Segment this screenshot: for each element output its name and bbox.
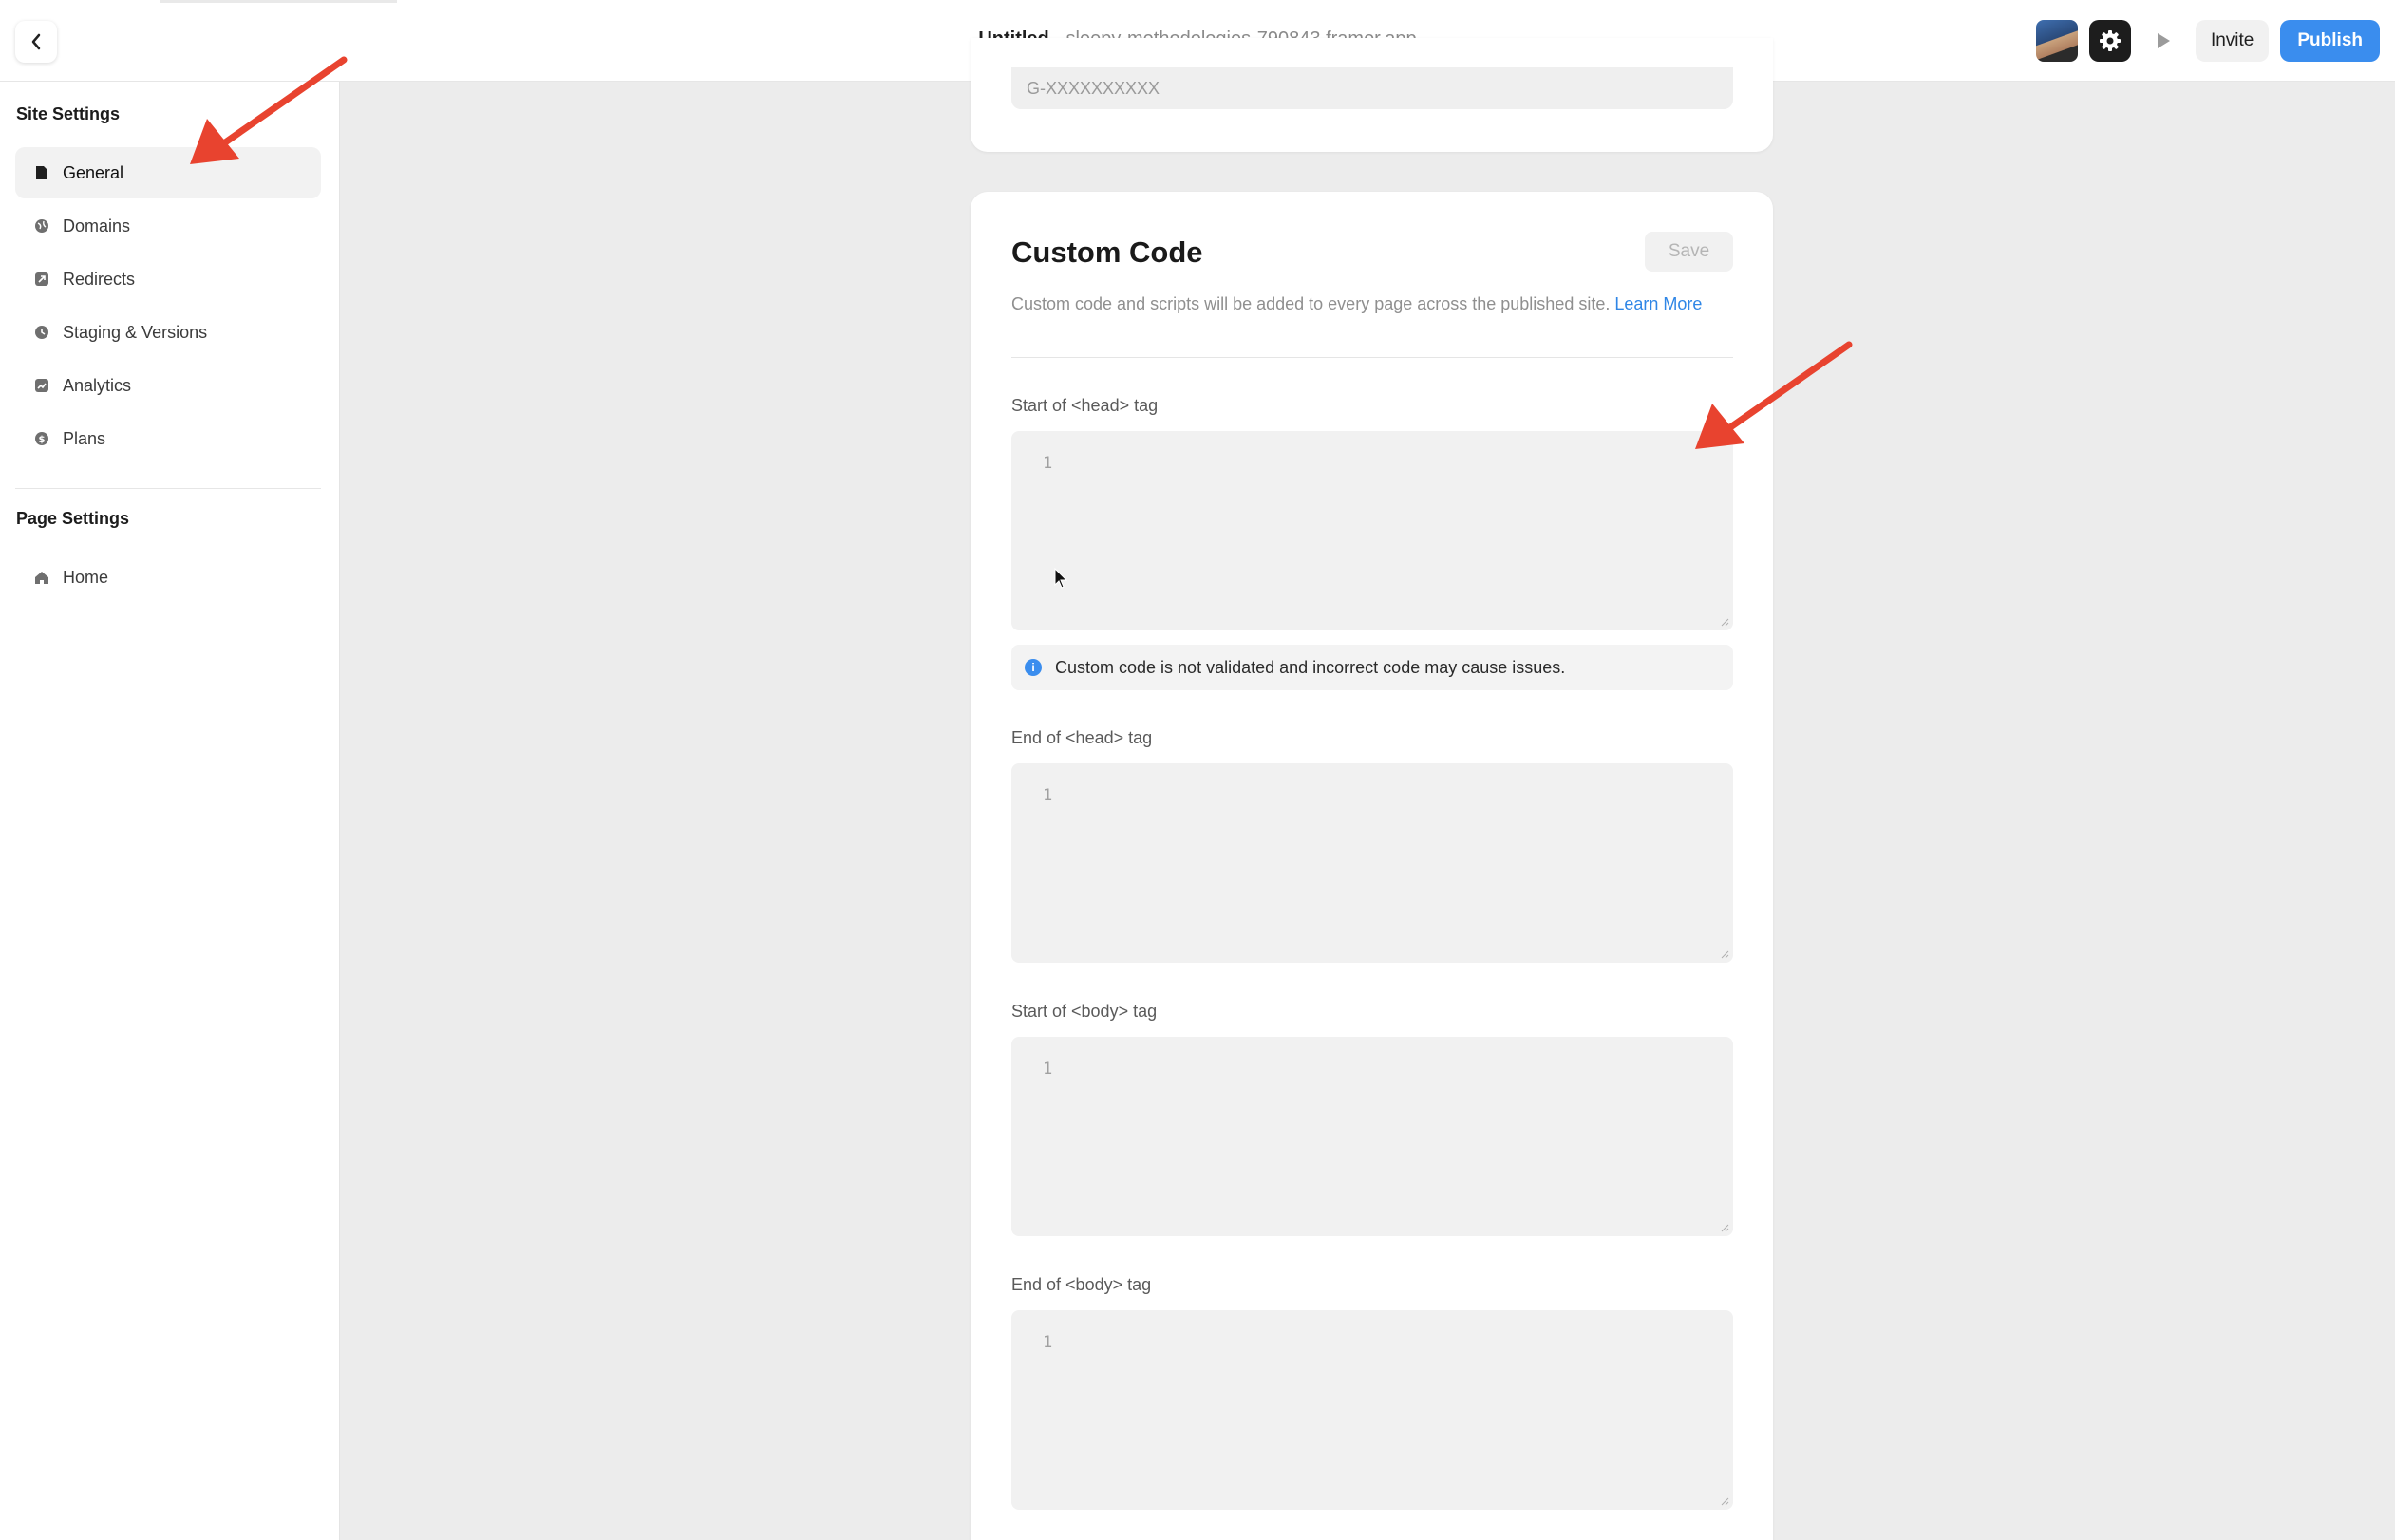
preview-button[interactable]: [2141, 20, 2184, 62]
line-number: 1: [1043, 1333, 1053, 1352]
tab-indicator: [160, 0, 397, 3]
body-start-label: Start of <body> tag: [1011, 1002, 1158, 1021]
globe-icon: [34, 218, 49, 234]
redirect-arrow-icon: [34, 272, 49, 287]
sidebar-divider: [15, 488, 321, 489]
line-number: 1: [1043, 1060, 1053, 1079]
sidebar-item-label: Home: [63, 567, 109, 587]
sidebar-item-label: Redirects: [63, 269, 136, 289]
sidebar-item-label: Plans: [63, 428, 106, 448]
google-analytics-id-input[interactable]: G-XXXXXXXXXX: [1011, 67, 1733, 109]
validation-notice: i Custom code is not validated and incor…: [1011, 645, 1733, 690]
chart-icon: [34, 378, 49, 393]
sidebar-item-label: Analytics: [63, 375, 132, 395]
invite-button[interactable]: Invite: [2195, 20, 2270, 62]
clock-icon: [34, 325, 49, 340]
resize-handle-icon[interactable]: [1720, 949, 1729, 959]
body-end-code-editor[interactable]: 1: [1011, 1310, 1733, 1510]
notice-text: Custom code is not validated and incorre…: [1055, 657, 1566, 677]
head-end-label: End of <head> tag: [1011, 728, 1153, 747]
annotation-arrow-head-field: [1695, 341, 1853, 449]
settings-button[interactable]: [2088, 20, 2131, 62]
top-actions: Invite Publish: [2035, 19, 2380, 63]
svg-text:$: $: [39, 435, 46, 445]
mouse-cursor-icon: [1054, 568, 1068, 589]
dollar-icon: $: [34, 431, 49, 446]
head-end-code-editor[interactable]: 1: [1011, 763, 1733, 963]
analytics-card: G-XXXXXXXXXX: [971, 38, 1773, 152]
sidebar-item-plans[interactable]: $ Plans: [15, 413, 321, 464]
sidebar: Site Settings General Domains Redirects …: [0, 82, 340, 1540]
custom-code-title: Custom Code: [1011, 235, 1203, 269]
resize-handle-icon[interactable]: [1720, 617, 1729, 627]
info-icon: i: [1025, 659, 1042, 676]
resize-handle-icon[interactable]: [1720, 1223, 1729, 1232]
head-start-label: Start of <head> tag: [1011, 396, 1159, 415]
sidebar-item-redirects[interactable]: Redirects: [15, 254, 321, 305]
home-icon: [34, 570, 49, 585]
sidebar-item-label: Domains: [63, 216, 131, 235]
site-settings-heading: Site Settings: [16, 104, 121, 123]
custom-code-description: Custom code and scripts will be added to…: [1011, 294, 1702, 314]
page-settings-heading: Page Settings: [16, 509, 130, 528]
custom-code-card: Custom Code Save Custom code and scripts…: [971, 192, 1773, 1540]
avatar[interactable]: [2035, 20, 2078, 62]
save-button[interactable]: Save: [1645, 232, 1733, 272]
resize-handle-icon[interactable]: [1720, 1496, 1729, 1506]
body-end-label: End of <body> tag: [1011, 1275, 1152, 1294]
sidebar-item-home[interactable]: Home: [15, 552, 321, 603]
document-icon: [34, 165, 49, 180]
card-divider: [1011, 357, 1733, 358]
sidebar-item-label: Staging & Versions: [63, 322, 208, 342]
sidebar-item-domains[interactable]: Domains: [15, 200, 321, 252]
publish-button[interactable]: Publish: [2280, 20, 2380, 62]
head-start-code-editor[interactable]: 1: [1011, 431, 1733, 630]
annotation-arrow-general: [190, 56, 348, 164]
sidebar-item-staging-versions[interactable]: Staging & Versions: [15, 307, 321, 358]
sidebar-item-analytics[interactable]: Analytics: [15, 360, 321, 411]
gear-icon: [2099, 30, 2121, 51]
play-icon: [2157, 33, 2170, 48]
line-number: 1: [1043, 454, 1053, 473]
sidebar-item-label: General: [63, 162, 124, 182]
line-number: 1: [1043, 786, 1053, 805]
learn-more-link[interactable]: Learn More: [1614, 294, 1702, 313]
description-text: Custom code and scripts will be added to…: [1011, 294, 1611, 313]
body-start-code-editor[interactable]: 1: [1011, 1037, 1733, 1236]
